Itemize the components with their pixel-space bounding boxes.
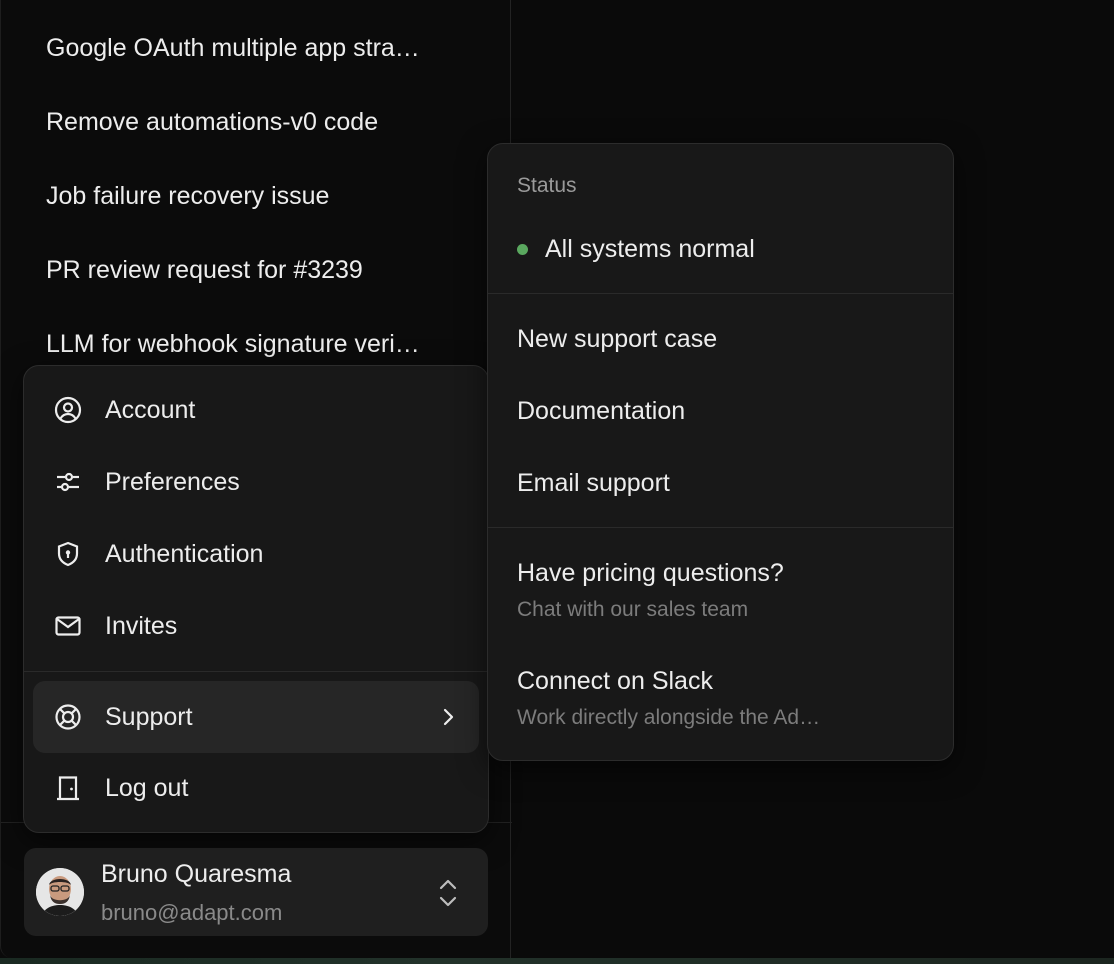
menu-item-label: Invites xyxy=(105,612,178,640)
shield-lock-icon xyxy=(53,539,83,569)
chevron-up-down-icon xyxy=(436,877,460,909)
menu-divider xyxy=(488,293,953,294)
door-icon xyxy=(53,773,83,803)
chevron-right-icon xyxy=(439,708,457,726)
menu-item-label: Log out xyxy=(105,774,189,802)
avatar xyxy=(36,868,84,916)
menu-item-label: Account xyxy=(105,396,196,424)
window-bottom-edge xyxy=(0,958,1114,964)
recent-chat-item[interactable]: Google OAuth multiple app stra… xyxy=(46,32,476,64)
menu-divider xyxy=(24,671,488,672)
menu-item-label: Preferences xyxy=(105,468,240,496)
menu-item-account[interactable]: Account xyxy=(33,378,479,442)
account-menu: Account Preferences Authentication Invit… xyxy=(23,365,489,833)
user-profile-button[interactable]: Bruno Quaresma bruno@adapt.com xyxy=(24,848,488,936)
new-support-case-link[interactable]: New support case xyxy=(517,324,933,354)
connect-slack-subtitle: Work directly alongside the Ad… xyxy=(517,706,821,729)
user-email: bruno@adapt.com xyxy=(101,900,283,925)
menu-item-label: Authentication xyxy=(105,540,264,568)
lifebuoy-icon xyxy=(53,702,83,732)
recent-chat-item[interactable]: Remove automations-v0 code xyxy=(46,106,476,138)
support-submenu: Status All systems normal New support ca… xyxy=(487,143,954,761)
menu-item-support[interactable]: Support xyxy=(33,681,479,753)
recent-chat-item[interactable]: PR review request for #3239 xyxy=(46,254,476,286)
connect-slack-link[interactable]: Connect on Slack xyxy=(517,666,933,696)
documentation-link[interactable]: Documentation xyxy=(517,396,933,426)
status-indicator-dot xyxy=(517,244,528,255)
menu-item-preferences[interactable]: Preferences xyxy=(33,450,479,514)
menu-item-label: Support xyxy=(105,703,193,731)
pricing-questions-link[interactable]: Have pricing questions? xyxy=(517,558,933,588)
menu-item-authentication[interactable]: Authentication xyxy=(33,522,479,586)
sliders-icon xyxy=(53,467,83,497)
pricing-questions-subtitle: Chat with our sales team xyxy=(517,598,749,621)
user-name: Bruno Quaresma xyxy=(101,860,292,888)
status-text: All systems normal xyxy=(545,235,755,263)
menu-item-logout[interactable]: Log out xyxy=(33,756,479,820)
menu-item-invites[interactable]: Invites xyxy=(33,594,479,658)
mail-icon xyxy=(53,611,83,641)
user-circle-icon xyxy=(53,395,83,425)
recent-chat-item[interactable]: LLM for webhook signature veri… xyxy=(46,328,476,360)
email-support-link[interactable]: Email support xyxy=(517,468,933,498)
menu-divider xyxy=(488,527,953,528)
status-heading: Status xyxy=(517,174,577,197)
recent-chat-item[interactable]: Job failure recovery issue xyxy=(46,180,476,212)
app-window: Google OAuth multiple app stra… Remove a… xyxy=(0,0,1114,964)
